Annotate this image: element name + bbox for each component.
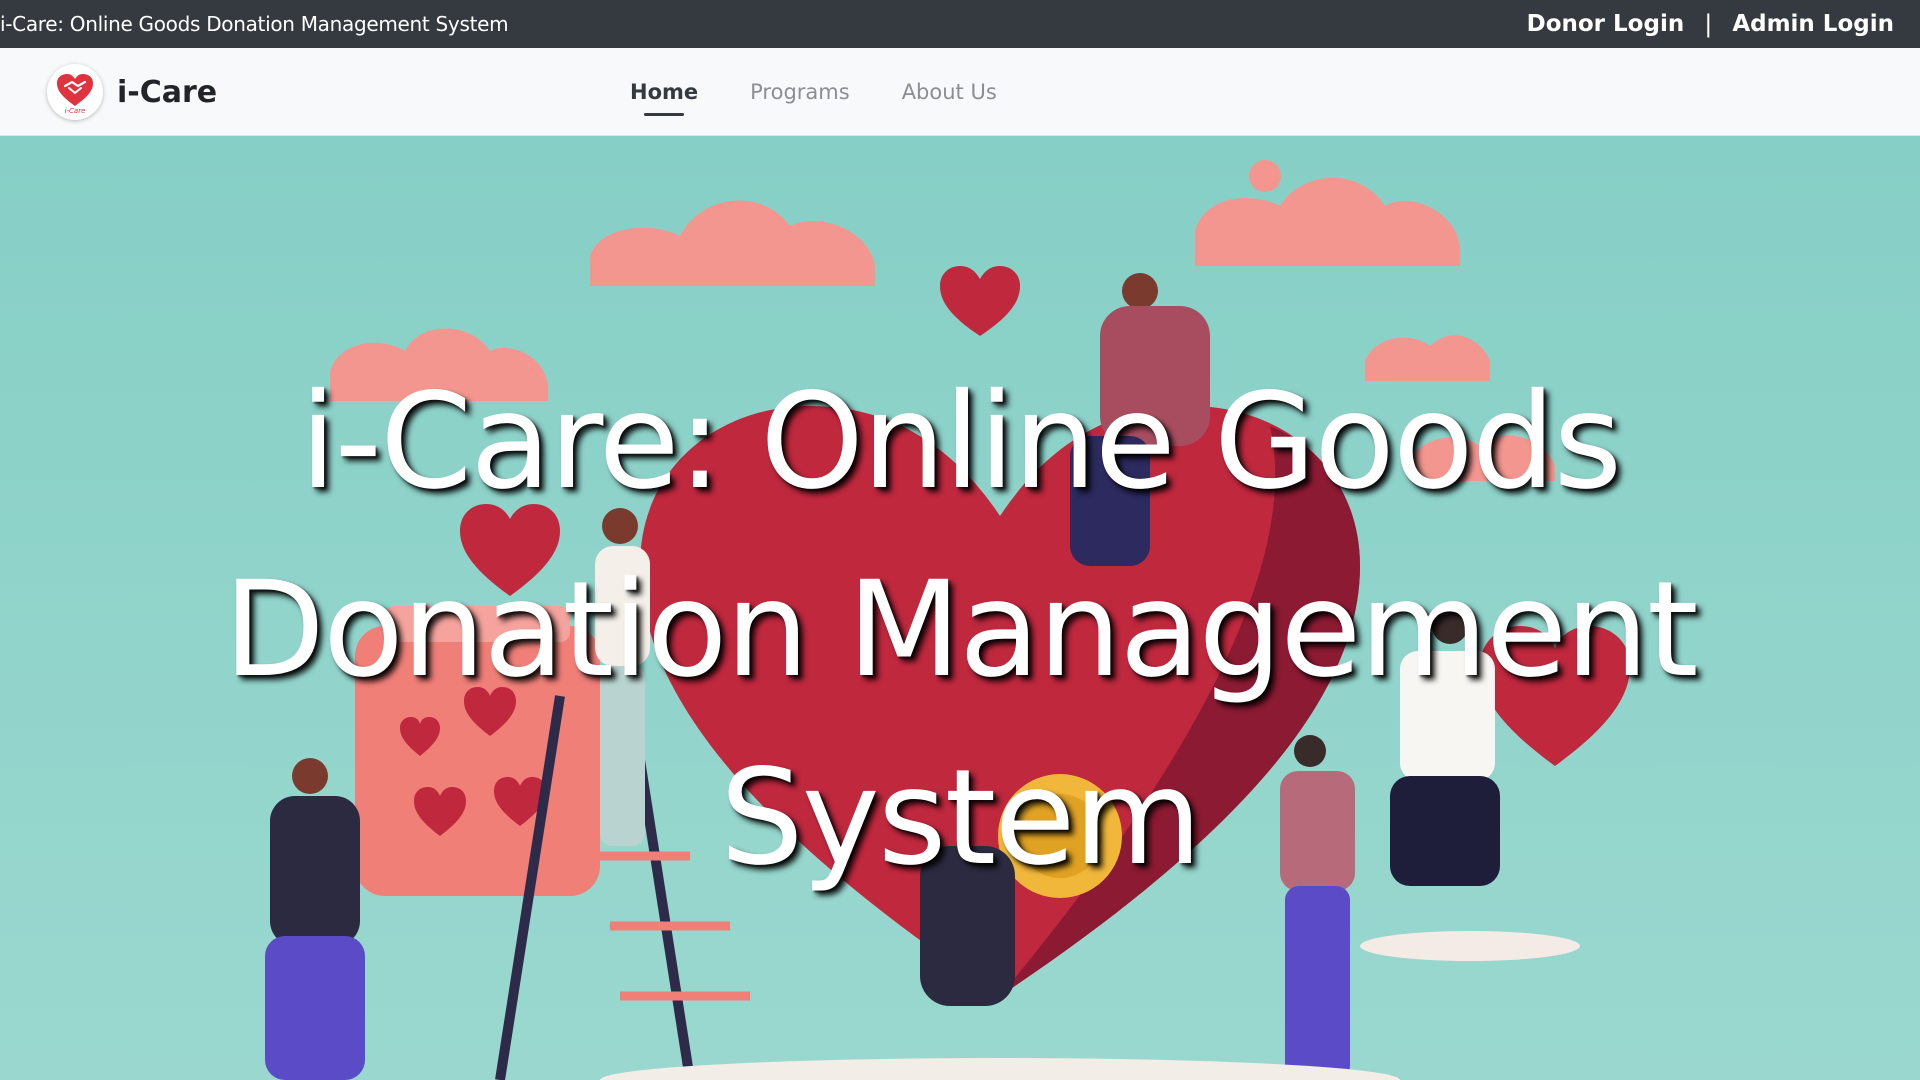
navbar: i-Care i-Care Home Programs About Us (0, 48, 1920, 136)
logo-text: i-Care (65, 107, 86, 115)
brand-logo: i-Care (47, 64, 103, 120)
donor-login-link[interactable]: Donor Login (1527, 11, 1685, 37)
nav-programs[interactable]: Programs (750, 80, 850, 104)
hero-title: i-Care: Online Goods Donation Management… (223, 365, 1698, 895)
brand-name: i-Care (117, 74, 218, 110)
auth-links: Donor Login | Admin Login (1527, 10, 1894, 38)
auth-separator: | (1704, 10, 1713, 38)
site-title: i-Care: Online Goods Donation Management… (0, 12, 509, 36)
admin-login-link[interactable]: Admin Login (1732, 11, 1894, 37)
nav-about-us[interactable]: About Us (902, 80, 997, 104)
heart-handshake-icon: i-Care (57, 74, 93, 115)
nav-home[interactable]: Home (630, 80, 698, 116)
brand[interactable]: i-Care i-Care (47, 64, 217, 120)
main-nav: Home Programs About Us (630, 48, 997, 136)
hero-banner: i-Care: Online Goods Donation Management… (0, 136, 1920, 1080)
top-bar: i-Care: Online Goods Donation Management… (0, 0, 1920, 48)
